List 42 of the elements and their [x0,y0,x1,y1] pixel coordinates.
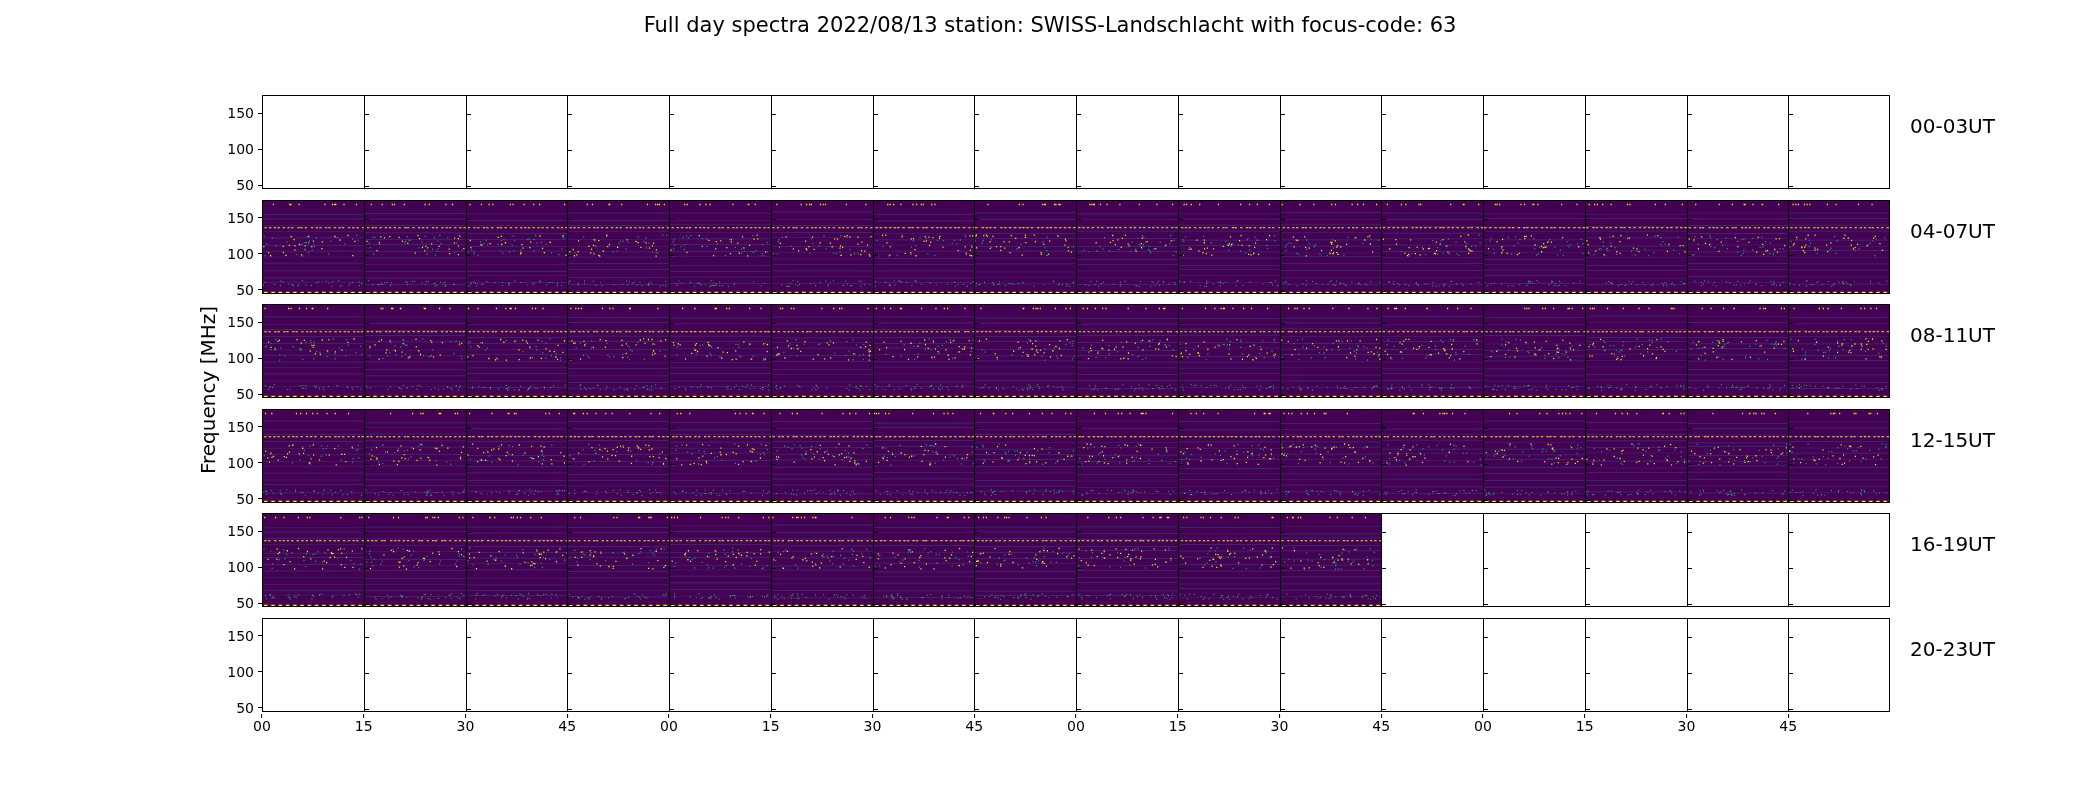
x-tick-label: 00 [1474,717,1492,734]
x-tick-label: 00 [1067,717,1085,734]
x-tick-label: 00 [660,717,678,734]
time-range-label: 04-07UT [1910,218,1995,243]
y-tick-label: 150 [227,627,254,644]
time-range-label: 20-23UT [1910,636,1995,661]
x-tick-label: 45 [558,717,577,734]
figure-title: Full day spectra 2022/08/13 station: SWISS-Landschlacht with focus-code: 63 [642,12,1458,39]
y-tick-label: 100 [227,663,254,680]
y-tick-label: 100 [227,245,254,262]
y-tick-label: 150 [227,523,254,540]
x-tick-label: 00 [253,717,271,734]
y-tick-label: 50 [236,490,254,507]
time-range-label: 12-15UT [1910,427,1995,452]
x-tick-label: 15 [761,717,780,734]
y-tick-label: 50 [236,281,254,298]
x-tick-label: 30 [863,717,882,734]
y-tick-label: 100 [227,141,254,158]
time-range-label: 00-03UT [1910,114,1995,138]
x-tick-label: 30 [456,717,475,734]
x-tick-label: 45 [1779,717,1798,734]
x-tick-label: 30 [1677,717,1696,734]
time-range-label: 08-11UT [1910,323,1995,347]
x-tick-label: 15 [1168,717,1187,734]
x-tick-label: 15 [354,717,373,734]
time-range-label: 16-19UT [1910,532,1995,556]
y-tick-label: 100 [227,559,254,576]
y-tick-label: 50 [236,386,254,403]
y-tick-label: 150 [227,105,254,122]
x-tick-label: 30 [1270,717,1289,734]
y-tick-label: 150 [227,209,254,226]
x-tick-label: 15 [1575,717,1594,734]
x-tick-label: 45 [965,717,984,734]
y-tick-label: 50 [236,595,254,612]
y-axis-label: Frequency [MHz] [196,305,220,475]
x-tick-label: 45 [1372,717,1391,734]
y-tick-label: 150 [227,418,254,435]
y-tick-label: 50 [236,699,254,716]
y-tick-label: 100 [227,454,254,471]
y-tick-label: 50 [236,177,254,194]
y-tick-label: 150 [227,314,254,331]
y-tick-label: 100 [227,350,254,367]
